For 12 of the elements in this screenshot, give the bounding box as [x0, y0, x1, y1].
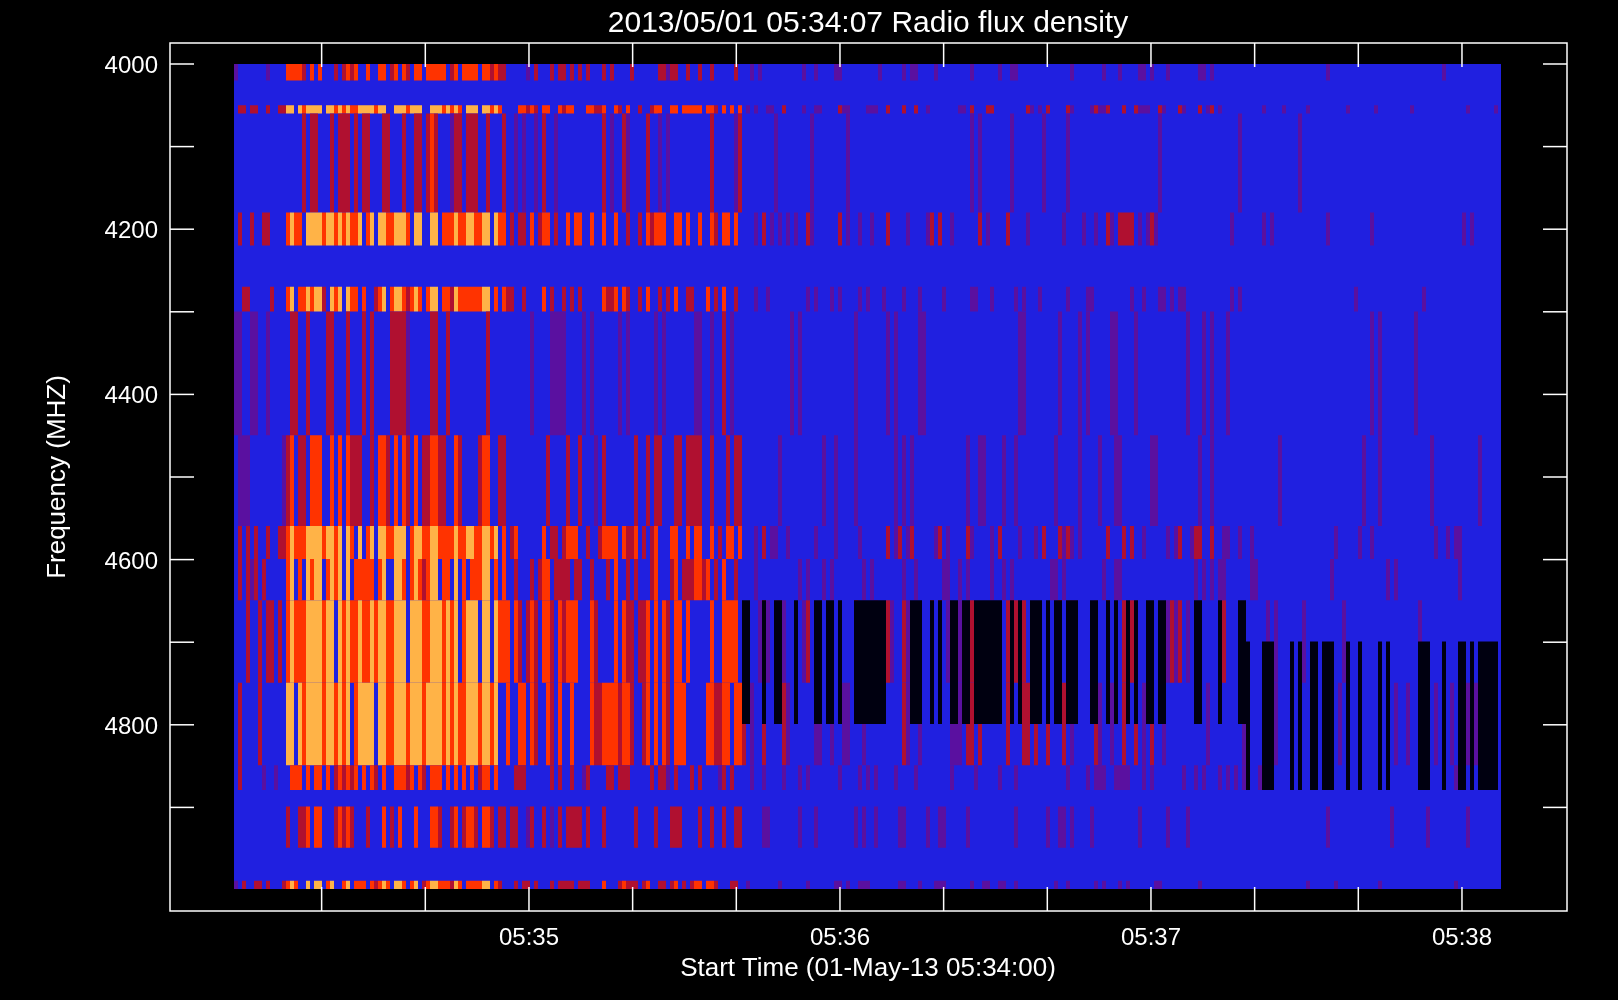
x-tick-label: 05:37 — [1120, 923, 1182, 950]
x-axis-label: Start Time (01-May-13 05:34:00) — [680, 952, 1056, 982]
y-tick-label: 4400 — [104, 381, 158, 409]
x-tick-label: 05:35 — [498, 923, 560, 950]
y-axis-label: Frequency (MHZ) — [41, 375, 71, 579]
y-tick-label: 4600 — [104, 546, 158, 574]
y-tick-label: 4200 — [104, 216, 158, 244]
x-tick-label: 05:36 — [809, 923, 871, 950]
x-tick-label: 05:38 — [1431, 923, 1493, 950]
y-tick-label: 4000 — [104, 51, 158, 78]
plot-title: 2013/05/01 05:34:07 Radio flux density — [607, 5, 1129, 38]
y-tick-label: 4800 — [104, 711, 158, 739]
